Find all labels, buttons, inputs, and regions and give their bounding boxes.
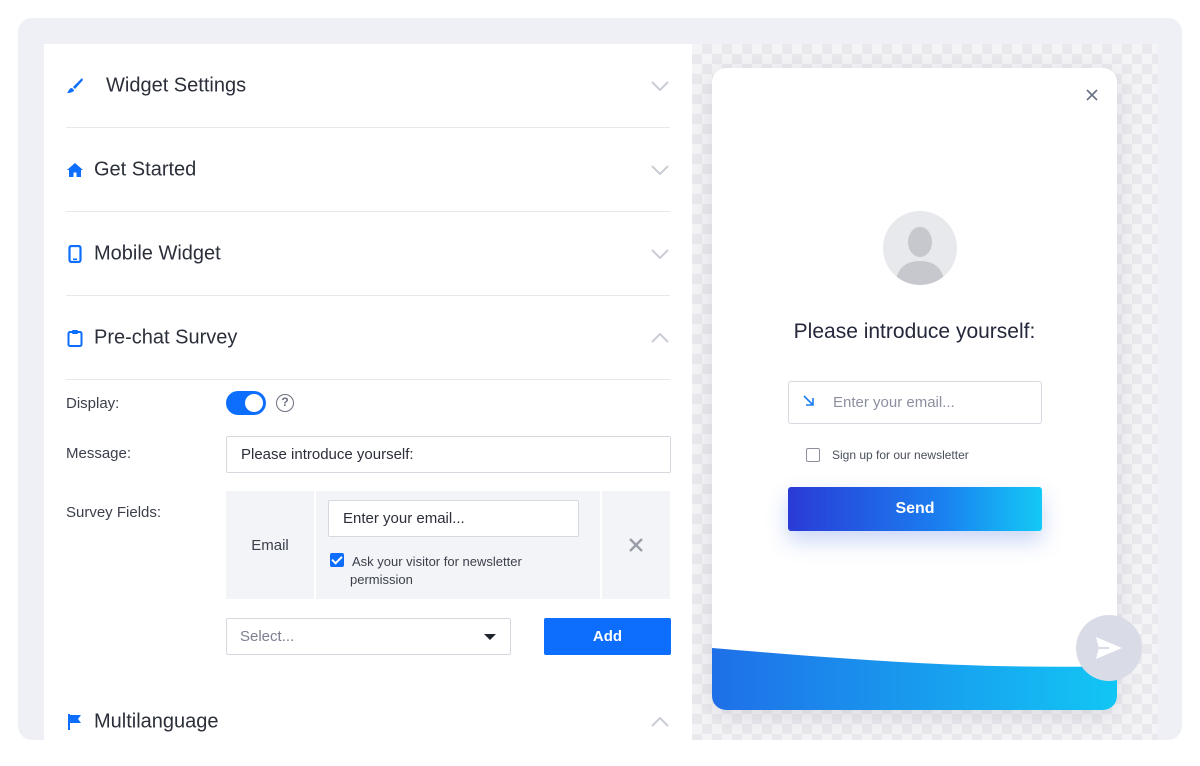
chat-launcher-button[interactable] <box>1076 615 1142 681</box>
section-title: Widget Settings <box>106 74 247 96</box>
message-input[interactable]: Please introduce yourself: <box>226 436 671 473</box>
flag-icon <box>68 714 81 730</box>
section-get-started[interactable]: Get Started <box>66 128 670 212</box>
preview-newsletter-label: Sign up for our newsletter <box>832 448 969 462</box>
display-label: Display: <box>66 395 120 412</box>
home-icon <box>67 162 83 177</box>
add-field-button[interactable]: Add <box>544 618 671 655</box>
clipboard-icon <box>67 329 83 347</box>
section-multilanguage[interactable]: Multilanguage <box>66 680 670 740</box>
chat-widget-preview: Please introduce yourself: Enter your em… <box>712 68 1117 710</box>
section-title: Pre-chat Survey <box>94 326 238 348</box>
settings-panel: Widget Settings Get Started Mobile Widge… <box>44 44 692 740</box>
section-mobile-widget[interactable]: Mobile Widget <box>66 212 670 296</box>
newsletter-permission-label: Ask your visitor for newsletter <box>352 554 522 569</box>
chevron-down-icon[interactable] <box>650 80 670 92</box>
remove-field-button[interactable] <box>602 491 670 599</box>
preview-title: Please introduce yourself: <box>793 320 1036 343</box>
preview-email-input[interactable]: Enter your email... <box>788 381 1042 424</box>
field-config: Enter your email... Ask your visitor for… <box>316 491 600 599</box>
section-title: Multilanguage <box>94 710 219 733</box>
close-icon <box>629 538 643 552</box>
field-placeholder-value: Enter your email... <box>343 510 465 527</box>
close-icon[interactable] <box>1085 88 1099 102</box>
paintbrush-icon <box>67 77 83 93</box>
preview-email-placeholder: Enter your email... <box>833 394 955 411</box>
section-prechat-survey[interactable]: Pre-chat Survey <box>66 296 670 380</box>
avatar <box>883 211 957 285</box>
help-icon[interactable]: ? <box>276 394 294 412</box>
user-silhouette-icon <box>883 211 957 285</box>
section-title: Get Started <box>94 158 197 180</box>
chevron-up-icon[interactable] <box>650 716 670 728</box>
survey-field-row: Email Enter your email... Ask your visit… <box>226 491 670 599</box>
preview-newsletter-checkbox[interactable] <box>806 448 820 462</box>
newsletter-permission-label-cont: permission <box>350 572 413 587</box>
caret-down-icon <box>484 634 496 640</box>
chevron-up-icon[interactable] <box>650 332 670 344</box>
display-toggle[interactable] <box>226 391 266 415</box>
newsletter-permission-checkbox[interactable] <box>330 553 344 567</box>
survey-fields-label: Survey Fields: <box>66 504 162 521</box>
section-title: Mobile Widget <box>94 242 221 264</box>
chevron-down-icon[interactable] <box>650 248 670 260</box>
chevron-down-icon[interactable] <box>650 164 670 176</box>
section-widget-settings[interactable]: Widget Settings <box>66 44 670 128</box>
send-button[interactable]: Send <box>788 487 1042 531</box>
field-placeholder-input[interactable]: Enter your email... <box>328 500 579 537</box>
send-plane-icon <box>1096 637 1122 659</box>
arrow-down-right-icon <box>803 395 814 406</box>
widget-preview-panel: Please introduce yourself: Enter your em… <box>692 44 1158 740</box>
message-input-value: Please introduce yourself: <box>241 446 414 463</box>
footer-wave <box>712 648 1117 710</box>
message-label: Message: <box>66 445 132 462</box>
settings-card: Widget Settings Get Started Mobile Widge… <box>44 44 1158 740</box>
field-type-label: Email <box>226 491 314 599</box>
field-type-select[interactable]: Select... <box>226 618 511 655</box>
select-placeholder: Select... <box>240 628 295 645</box>
toggle-knob <box>245 394 263 412</box>
mobile-phone-icon <box>68 244 82 263</box>
